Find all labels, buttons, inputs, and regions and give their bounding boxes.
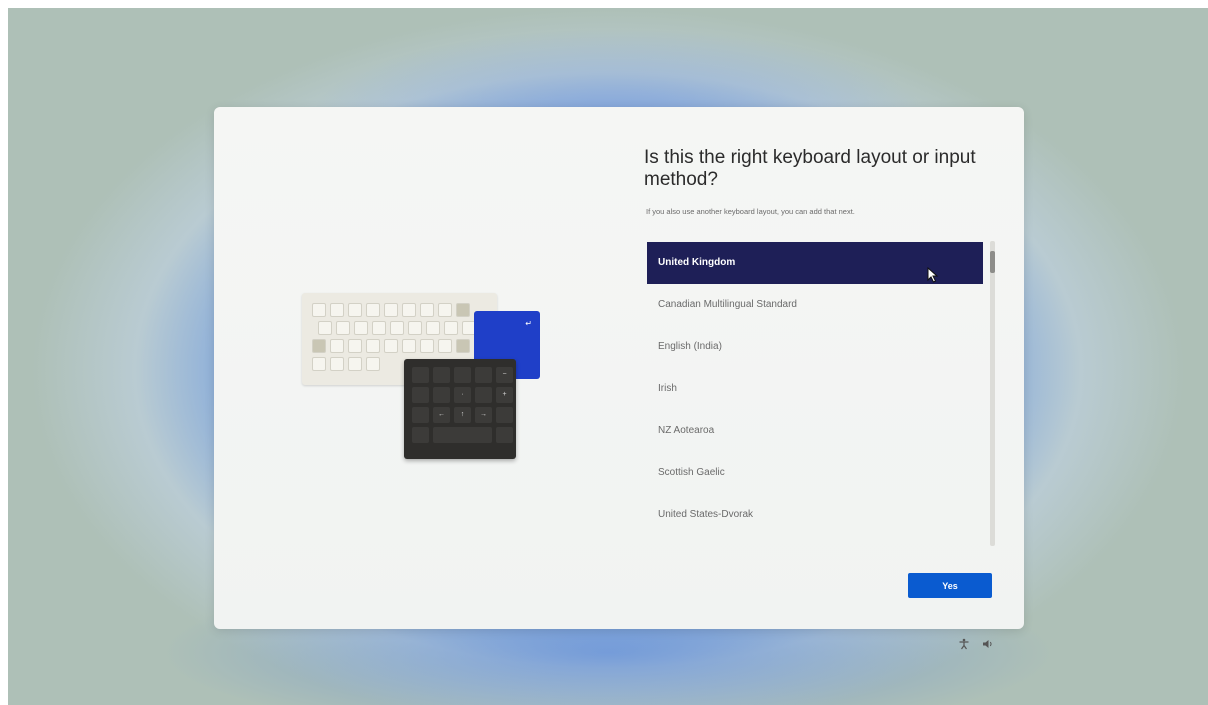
scrollbar-thumb[interactable]	[990, 251, 995, 273]
page-title: Is this the right keyboard layout or inp…	[644, 147, 976, 190]
list-item-scottish-gaelic[interactable]: Scottish Gaelic	[647, 452, 983, 494]
keyboard-layout-list[interactable]: United Kingdom Canadian Multilingual Sta…	[647, 242, 983, 544]
list-item-united-states-dvorak[interactable]: United States-Dvorak	[647, 494, 983, 536]
keyboard-illustration: ↵ − · + ← ↑ →	[302, 293, 547, 463]
list-item-english-india[interactable]: English (India)	[647, 326, 983, 368]
enter-key-icon: ↵	[525, 319, 532, 328]
page-subtitle: If you also use another keyboard layout,…	[646, 207, 855, 216]
list-item-canadian-multilingual[interactable]: Canadian Multilingual Standard	[647, 284, 983, 326]
mouse-cursor-icon	[927, 267, 939, 283]
desktop-background: ↵ − · + ← ↑ → Is this the right keyboard la…	[8, 8, 1208, 705]
yes-button[interactable]: Yes	[908, 573, 992, 598]
volume-icon[interactable]	[982, 638, 994, 653]
list-scrollbar[interactable]	[990, 241, 995, 546]
accessibility-icon[interactable]	[958, 638, 970, 653]
setup-dialog: ↵ − · + ← ↑ → Is this the right keyboard la…	[214, 107, 1024, 629]
list-item-nz-aotearoa[interactable]: NZ Aotearoa	[647, 410, 983, 452]
black-numpad-graphic: − · + ← ↑ →	[404, 359, 516, 459]
list-item-irish[interactable]: Irish	[647, 368, 983, 410]
